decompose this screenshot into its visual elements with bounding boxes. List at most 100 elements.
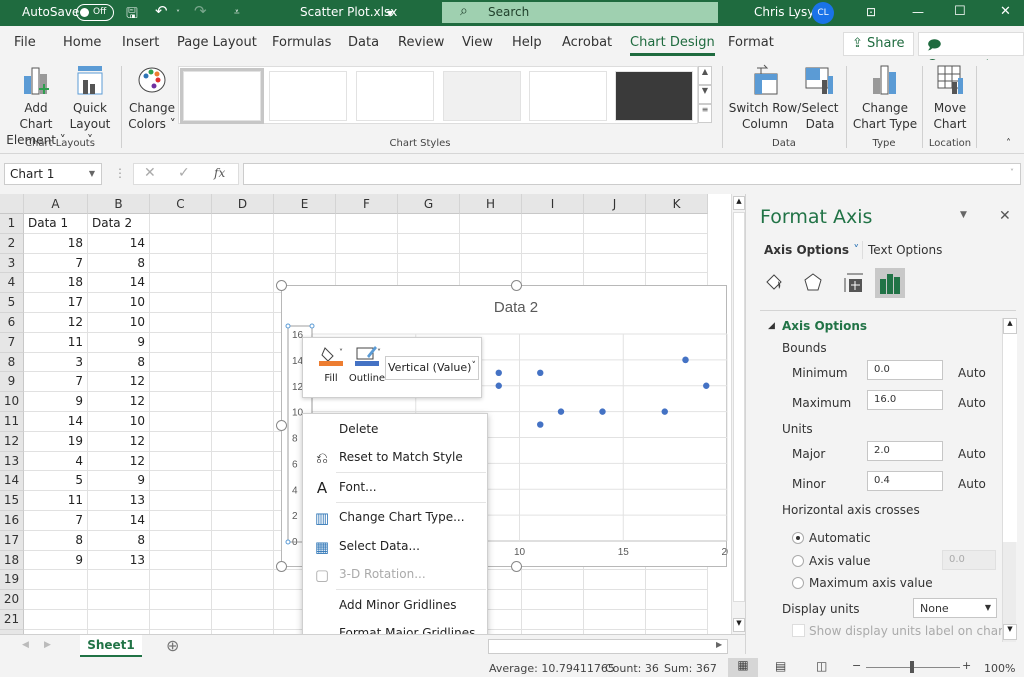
row-header-16[interactable]: 16 bbox=[0, 511, 24, 531]
pane-options-dropdown-icon[interactable]: ▼ bbox=[960, 210, 967, 220]
cell-C12[interactable] bbox=[150, 431, 212, 452]
cell-J1[interactable] bbox=[584, 214, 646, 234]
major-unit-input[interactable]: 2.0 bbox=[867, 441, 943, 461]
row-header-17[interactable]: 17 bbox=[0, 530, 24, 551]
horizontal-scrollbar[interactable] bbox=[488, 639, 728, 654]
fill-button[interactable]: Fill bbox=[311, 344, 351, 384]
search-box[interactable]: ⌕ Search bbox=[442, 2, 718, 23]
cell-A19[interactable] bbox=[24, 570, 88, 591]
cell-A12[interactable]: 19 bbox=[24, 431, 88, 452]
cell-D13[interactable] bbox=[212, 451, 274, 472]
cell-K1[interactable] bbox=[646, 214, 708, 234]
cell-C4[interactable] bbox=[150, 273, 212, 294]
row-header-15[interactable]: 15 bbox=[0, 491, 24, 511]
cell-I19[interactable] bbox=[522, 570, 584, 591]
pane-scroll-up[interactable]: ▲ bbox=[1003, 318, 1017, 334]
maximum-axis-value-radio[interactable] bbox=[792, 577, 804, 589]
cell-E2[interactable] bbox=[274, 233, 336, 254]
fill-dropdown-icon[interactable]: ˅ bbox=[339, 348, 343, 357]
cell-I21[interactable] bbox=[522, 610, 584, 630]
cell-D17[interactable] bbox=[212, 530, 274, 551]
data-point[interactable] bbox=[661, 408, 668, 415]
tab-formulas[interactable]: Formulas bbox=[272, 35, 331, 50]
cell-A6[interactable]: 12 bbox=[24, 313, 88, 333]
next-sheet-icon[interactable]: ▶ bbox=[44, 640, 51, 650]
select-all-corner[interactable] bbox=[0, 194, 24, 214]
cell-B11[interactable]: 10 bbox=[88, 412, 150, 432]
data-point[interactable] bbox=[495, 382, 502, 389]
cell-A15[interactable]: 11 bbox=[24, 491, 88, 511]
row-header-1[interactable]: 1 bbox=[0, 214, 24, 234]
cell-B19[interactable] bbox=[88, 570, 150, 591]
collapse-ribbon-icon[interactable]: ˄ bbox=[1006, 138, 1011, 149]
menu-item-select-data[interactable]: ▦ Select Data... bbox=[303, 533, 487, 561]
data-point[interactable] bbox=[557, 408, 565, 415]
cell-B7[interactable]: 9 bbox=[88, 332, 150, 353]
cell-A3[interactable]: 7 bbox=[24, 253, 88, 274]
chart-style-5[interactable] bbox=[529, 71, 607, 121]
cell-B15[interactable]: 13 bbox=[88, 491, 150, 511]
quick-layout-button[interactable]: Quick Layout ˅ bbox=[66, 64, 114, 148]
cell-D5[interactable] bbox=[212, 293, 274, 313]
chart-resize-handle-l[interactable] bbox=[276, 420, 287, 431]
axis-selection-handle[interactable] bbox=[285, 323, 291, 329]
cell-D14[interactable] bbox=[212, 471, 274, 492]
expand-formula-icon[interactable]: ˅ bbox=[1010, 168, 1014, 177]
cell-C2[interactable] bbox=[150, 233, 212, 254]
column-header-I[interactable]: I bbox=[522, 194, 584, 214]
cell-D9[interactable] bbox=[212, 372, 274, 393]
cell-A2[interactable]: 18 bbox=[24, 233, 88, 254]
column-header-E[interactable]: E bbox=[274, 194, 336, 214]
cell-D3[interactable] bbox=[212, 253, 274, 274]
normal-view-icon[interactable]: ▦ bbox=[728, 658, 758, 677]
fill-line-icon[interactable] bbox=[764, 272, 786, 294]
cell-C10[interactable] bbox=[150, 392, 212, 412]
cell-B14[interactable]: 9 bbox=[88, 471, 150, 492]
change-colors-button[interactable]: Change Colors ˅ bbox=[128, 64, 176, 132]
cell-H2[interactable] bbox=[460, 233, 522, 254]
row-header-20[interactable]: 20 bbox=[0, 590, 24, 610]
cell-E1[interactable] bbox=[274, 214, 336, 234]
cell-A16[interactable]: 7 bbox=[24, 511, 88, 531]
cell-J21[interactable] bbox=[584, 610, 646, 630]
save-icon[interactable]: 🖫 bbox=[126, 3, 138, 27]
cell-D2[interactable] bbox=[212, 233, 274, 254]
row-header-11[interactable]: 11 bbox=[0, 412, 24, 432]
cell-G3[interactable] bbox=[398, 253, 460, 274]
data-point[interactable] bbox=[599, 408, 606, 415]
cell-E3[interactable] bbox=[274, 253, 336, 274]
chart-resize-handle-b[interactable] bbox=[511, 561, 522, 572]
cell-C19[interactable] bbox=[150, 570, 212, 591]
cell-H1[interactable] bbox=[460, 214, 522, 234]
cell-D19[interactable] bbox=[212, 570, 274, 591]
effects-icon[interactable] bbox=[802, 272, 824, 294]
cell-D7[interactable] bbox=[212, 332, 274, 353]
menu-item-font[interactable]: A Font... bbox=[303, 474, 487, 502]
tab-text-options[interactable]: Text Options bbox=[868, 243, 942, 257]
row-header-9[interactable]: 9 bbox=[0, 372, 24, 393]
close-icon[interactable]: ✕ bbox=[1000, 4, 1011, 19]
sheet-tab-sheet1[interactable]: Sheet1 bbox=[80, 635, 142, 657]
page-break-view-icon[interactable]: ◫ bbox=[816, 659, 827, 673]
pane-scroll-thumb[interactable] bbox=[1003, 334, 1017, 542]
cell-K21[interactable] bbox=[646, 610, 708, 630]
row-header-14[interactable]: 14 bbox=[0, 471, 24, 492]
name-box[interactable]: Chart 1 ▼ bbox=[4, 163, 102, 185]
add-sheet-icon[interactable]: ⊕ bbox=[166, 636, 179, 655]
cell-C6[interactable] bbox=[150, 313, 212, 333]
filename[interactable]: Scatter Plot.xlsx bbox=[300, 5, 397, 19]
vertical-scroll-thumb[interactable] bbox=[733, 212, 745, 602]
cell-A17[interactable]: 8 bbox=[24, 530, 88, 551]
chart-resize-handle-t[interactable] bbox=[511, 280, 522, 291]
cell-K2[interactable] bbox=[646, 233, 708, 254]
tab-home[interactable]: Home bbox=[63, 35, 101, 50]
gallery-scroll-down[interactable]: ▼ bbox=[698, 85, 712, 104]
customize-qat-icon[interactable]: ⩡ bbox=[234, 7, 240, 18]
tab-file[interactable]: File bbox=[14, 35, 36, 50]
scroll-up-icon[interactable]: ▲ bbox=[733, 196, 745, 210]
gallery-scroll-up[interactable]: ▲ bbox=[698, 66, 712, 85]
column-header-H[interactable]: H bbox=[460, 194, 522, 214]
outline-dropdown-icon[interactable]: ˅ bbox=[377, 348, 381, 357]
cell-B4[interactable]: 14 bbox=[88, 273, 150, 294]
pane-close-icon[interactable]: ✕ bbox=[999, 208, 1011, 224]
